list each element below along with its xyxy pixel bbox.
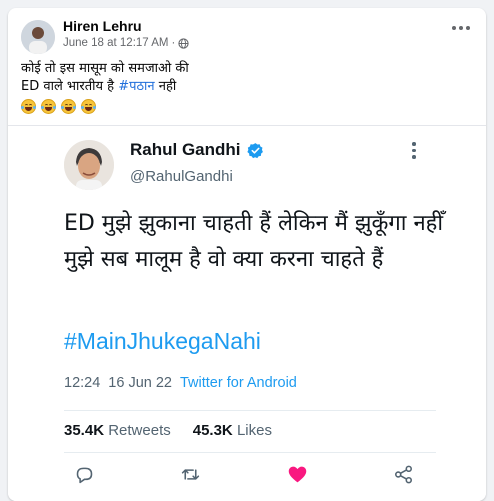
share-icon	[394, 465, 412, 484]
laughing-crying-emoji	[61, 99, 76, 114]
facebook-post: Hiren Lehru June 18 at 12:17 AM · कोई तो…	[8, 8, 486, 501]
tweet-author-name: Rahul Gandhi	[130, 140, 241, 159]
retweets-label: Retweets	[108, 422, 171, 439]
tweet-text: ED मुझे झुकाना चाहती हैं लेकिन मैं झुकूँ…	[64, 211, 444, 272]
post-meta: June 18 at 12:17 AM ·	[63, 37, 189, 49]
post-options-button[interactable]	[452, 26, 470, 30]
retweet-icon	[182, 469, 200, 480]
likes-label: Likes	[236, 422, 272, 439]
likes-count: 45.3K	[192, 422, 233, 439]
tweet-timestamp: 12:24 16 Jun 22 Twitter for Android	[64, 375, 297, 391]
laughing-crying-emoji	[81, 99, 96, 114]
caption-suffix: नही	[154, 79, 177, 94]
likes-stat: 45.3K Likes	[193, 422, 272, 439]
tweet-handle: @RahulGandhi	[130, 168, 233, 185]
tweet-date: 16 Jun 22	[108, 375, 172, 391]
author-avatar[interactable]	[21, 20, 55, 54]
retweets-count: 35.4K	[64, 422, 105, 439]
post-caption: कोई तो इस मासूम को समजाओ की ED वाले भारत…	[21, 60, 471, 96]
tweet-avatar	[64, 140, 114, 190]
caption-hashtag[interactable]: #पठान	[118, 79, 154, 94]
like-heart-icon	[288, 466, 306, 483]
meta-separator: ·	[171, 37, 176, 49]
laughing-crying-emoji	[41, 99, 56, 114]
laughing-crying-emoji	[21, 99, 36, 114]
tweet-stats: 35.4K Retweets 45.3K Likes	[64, 422, 272, 439]
tweet-time: 12:24	[64, 375, 101, 391]
tweet-hashtag: #MainJhukegaNahi	[64, 328, 261, 354]
tweet-actions	[74, 464, 414, 485]
divider	[64, 452, 436, 453]
tweet-author: Rahul Gandhi	[130, 140, 264, 160]
more-dots-icon	[452, 26, 456, 30]
tweet-source: Twitter for Android	[180, 375, 297, 391]
post-timestamp[interactable]: June 18 at 12:17 AM	[63, 37, 169, 49]
author-name[interactable]: Hiren Lehru	[63, 18, 142, 34]
tweet-screenshot[interactable]: Rahul Gandhi @RahulGandhi ED मुझे झुकाना…	[8, 125, 486, 501]
caption-line-2: ED वाले भारतीय है #पठान नही	[21, 78, 471, 96]
globe-icon[interactable]	[178, 37, 189, 49]
reply-icon	[76, 467, 93, 484]
divider	[64, 410, 436, 411]
verified-badge-icon	[246, 142, 263, 158]
caption-text: ED वाले भारतीय है	[21, 79, 119, 94]
tweet-more-icon	[412, 142, 416, 159]
retweets-stat: 35.4K Retweets	[64, 422, 171, 439]
emoji-row	[21, 99, 96, 114]
caption-line-1: कोई तो इस मासूम को समजाओ की	[21, 61, 189, 76]
